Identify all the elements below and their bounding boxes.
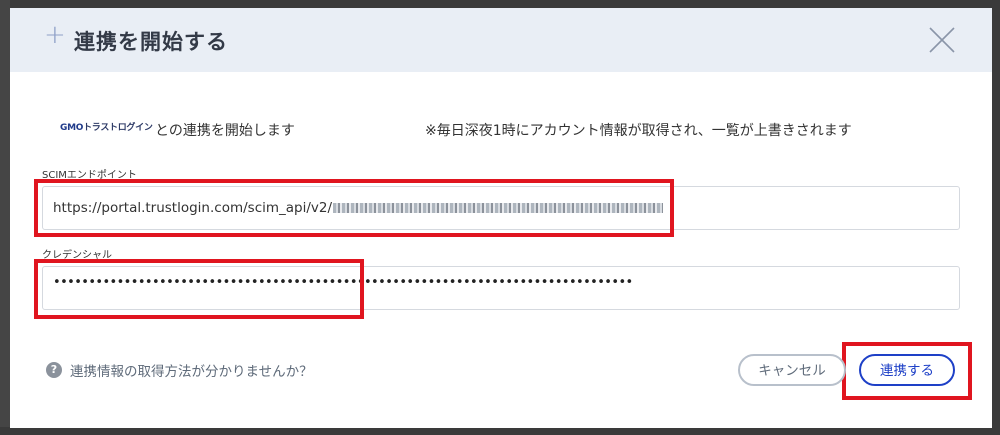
trustlogin-logo: GMOトラストログイン [60, 120, 153, 133]
intro-text: との連携を開始します [155, 123, 295, 139]
cancel-button[interactable]: キャンセル [738, 354, 846, 386]
scim-endpoint-text: https://portal.trustlogin.com/scim_api/v… [53, 200, 333, 216]
backdrop [0, 0, 1000, 8]
modal-header: + 連携を開始する [10, 8, 992, 72]
modal-title: 連携を開始する [74, 30, 228, 54]
backdrop-bottom [0, 427, 1000, 435]
credential-input[interactable]: ••••••••••••••••••••••••••••••••••••••••… [42, 266, 960, 310]
logo-text: トラストログイン [83, 123, 153, 133]
logo-gmo: GMO [60, 123, 84, 133]
credential-value: ••••••••••••••••••••••••••••••••••••••••… [53, 275, 633, 290]
close-icon[interactable] [928, 26, 956, 54]
redacted-token [333, 203, 664, 213]
scim-endpoint-value: https://portal.trustlogin.com/scim_api/v… [53, 200, 664, 216]
question-icon: ? [46, 362, 62, 378]
backdrop-left [0, 0, 10, 435]
scim-endpoint-input[interactable]: https://portal.trustlogin.com/scim_api/v… [42, 186, 960, 230]
sync-note: ※毎日深夜1時にアカウント情報が取得され、一覧が上書きされます [425, 123, 852, 139]
plus-icon: + [44, 20, 66, 50]
credential-label: クレデンシャル [42, 250, 112, 261]
backdrop-right [992, 0, 1000, 435]
link-start-modal: + 連携を開始する GMOトラストログイン との連携を開始します ※毎日深夜1時… [10, 8, 992, 428]
help-text: 連携情報の取得方法が分かりませんか？ [70, 364, 313, 380]
start-link-button[interactable]: 連携する [859, 354, 955, 386]
help-link[interactable]: ? 連携情報の取得方法が分かりませんか？ [46, 360, 313, 380]
scim-endpoint-label: SCIMエンドポイント [42, 170, 137, 181]
